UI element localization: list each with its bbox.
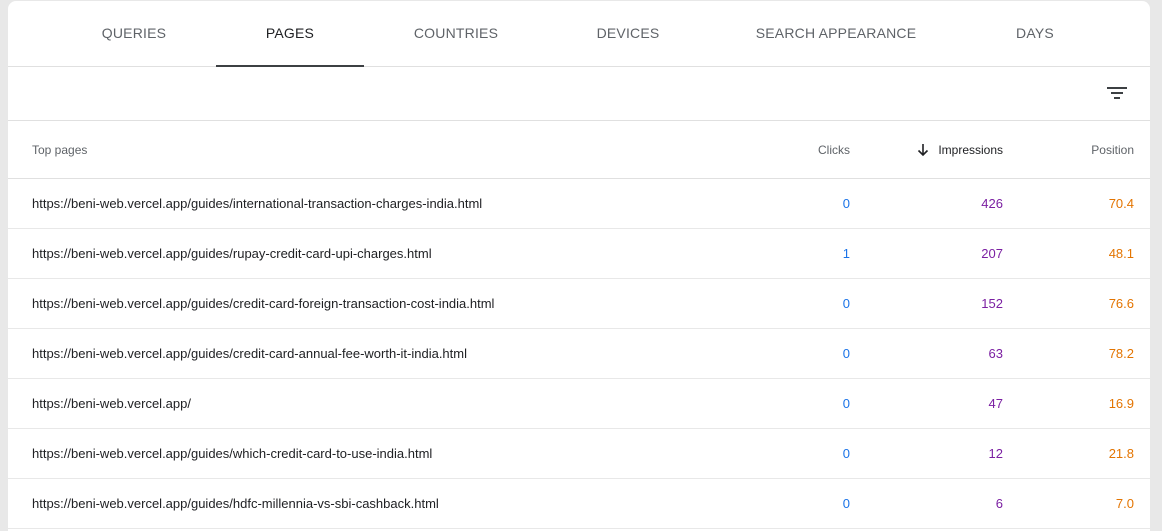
page-url[interactable]: https://beni-web.vercel.app/guides/which…	[32, 429, 432, 478]
table-body: https://beni-web.vercel.app/guides/inter…	[8, 179, 1150, 529]
table-row[interactable]: https://beni-web.vercel.app/guides/rupay…	[8, 229, 1150, 279]
clicks-value: 0	[842, 196, 850, 211]
impressions-value: 47	[988, 396, 1003, 411]
table-toolbar	[8, 67, 1150, 121]
table-row[interactable]: https://beni-web.vercel.app/guides/credi…	[8, 279, 1150, 329]
clicks-value: 0	[842, 496, 850, 511]
tab-countries[interactable]: COUNTRIES	[394, 1, 518, 66]
page-url[interactable]: https://beni-web.vercel.app/guides/credi…	[32, 279, 494, 328]
position-value: 48.1	[1108, 246, 1134, 261]
impressions-value: 207	[981, 246, 1003, 261]
table-row[interactable]: https://beni-web.vercel.app/ 0 47 16.9	[8, 379, 1150, 429]
page-url[interactable]: https://beni-web.vercel.app/	[32, 379, 191, 428]
performance-card: QUERIES PAGES COUNTRIES DEVICES SEARCH A…	[8, 1, 1150, 531]
page-url[interactable]: https://beni-web.vercel.app/guides/rupay…	[32, 229, 432, 278]
impressions-value: 152	[981, 296, 1003, 311]
position-value: 21.8	[1108, 446, 1134, 461]
impressions-value: 63	[988, 346, 1003, 361]
position-value: 76.6	[1108, 296, 1134, 311]
filter-list-icon	[1107, 87, 1127, 99]
impressions-value: 6	[995, 496, 1003, 511]
table-row[interactable]: https://beni-web.vercel.app/guides/credi…	[8, 329, 1150, 379]
table-row[interactable]: https://beni-web.vercel.app/guides/inter…	[8, 179, 1150, 229]
clicks-value: 0	[842, 296, 850, 311]
column-header-impressions[interactable]: Impressions	[916, 121, 1003, 178]
arrow-down-icon	[918, 143, 929, 156]
column-header-position[interactable]: Position	[1091, 121, 1134, 178]
table-row[interactable]: https://beni-web.vercel.app/guides/which…	[8, 429, 1150, 479]
tab-queries[interactable]: QUERIES	[76, 1, 192, 66]
position-value: 78.2	[1108, 346, 1134, 361]
tab-days[interactable]: DAYS	[986, 1, 1084, 66]
dimension-tabs: QUERIES PAGES COUNTRIES DEVICES SEARCH A…	[8, 1, 1150, 67]
tab-search-appearance[interactable]: SEARCH APPEARANCE	[744, 1, 928, 66]
position-value: 70.4	[1108, 196, 1134, 211]
column-header-clicks[interactable]: Clicks	[818, 121, 850, 178]
clicks-value: 1	[842, 246, 850, 261]
position-value: 7.0	[1115, 496, 1134, 511]
column-header-top-pages[interactable]: Top pages	[32, 121, 87, 178]
tab-pages[interactable]: PAGES	[216, 1, 364, 67]
clicks-value: 0	[842, 446, 850, 461]
page-url[interactable]: https://beni-web.vercel.app/guides/credi…	[32, 329, 467, 378]
tab-devices[interactable]: DEVICES	[568, 1, 688, 66]
page-url[interactable]: https://beni-web.vercel.app/guides/hdfc-…	[32, 479, 439, 528]
impressions-header-label: Impressions	[938, 142, 1003, 157]
impressions-value: 12	[988, 446, 1003, 461]
position-value: 16.9	[1108, 396, 1134, 411]
filter-button[interactable]	[1104, 80, 1130, 106]
clicks-value: 0	[842, 396, 850, 411]
table-header: Top pages Clicks Impressions Position	[8, 121, 1150, 179]
impressions-value: 426	[981, 196, 1003, 211]
page-url[interactable]: https://beni-web.vercel.app/guides/inter…	[32, 179, 482, 228]
clicks-value: 0	[842, 346, 850, 361]
